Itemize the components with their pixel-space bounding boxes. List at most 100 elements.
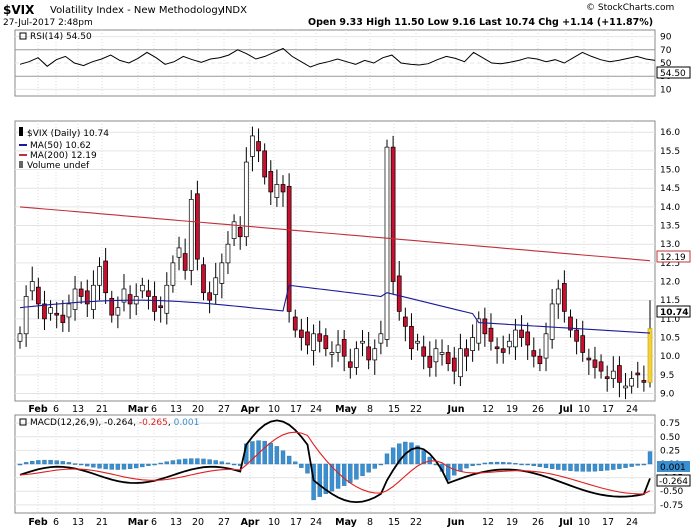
macd-hist-bar xyxy=(146,463,151,466)
macd-hist-bar xyxy=(458,463,463,472)
macd-hist-bar xyxy=(482,462,488,465)
ma200-tag: 12.19 xyxy=(656,250,691,263)
candle-body xyxy=(617,365,622,383)
x-tick-top: 8 xyxy=(367,404,373,415)
x-tick-bottom: 12 xyxy=(482,517,494,528)
price-tick: 9.0 xyxy=(660,390,675,400)
candle-body xyxy=(182,253,188,271)
macd-tick: 0.50 xyxy=(660,433,680,443)
price-tick: 14.0 xyxy=(660,203,680,213)
candle-body xyxy=(48,307,53,314)
candle-body xyxy=(188,199,194,271)
macd-hist-bar xyxy=(140,463,145,468)
x-tick-top: 19 xyxy=(506,404,518,415)
macd-hist-bar xyxy=(97,463,102,469)
macd-hist-bar xyxy=(286,455,292,465)
macd-hist-bar xyxy=(66,462,72,465)
macd-hist-bar xyxy=(91,463,96,468)
x-tick-bottom: 24 xyxy=(310,517,322,528)
macd-hist-bar xyxy=(531,463,536,467)
price-tick: 10.0 xyxy=(660,352,680,362)
x-tick-top: 24 xyxy=(310,404,322,415)
macd-hist-bar xyxy=(201,458,206,465)
candle-body xyxy=(574,329,579,342)
macd-hist-bar xyxy=(543,463,549,468)
signal-line xyxy=(19,431,651,495)
macd-hist-bar xyxy=(293,461,298,465)
macd-hist-bar xyxy=(390,447,396,465)
ohlc-readout: Open 9.33 High 11.50 Low 9.16 Last 10.74… xyxy=(308,17,653,28)
candle-body xyxy=(347,361,353,368)
x-tick-top: Mar xyxy=(128,404,149,415)
candle-body xyxy=(91,284,96,310)
macd-hist-bar xyxy=(409,442,414,465)
candle-body xyxy=(451,357,457,372)
candle-body xyxy=(458,348,463,378)
price-tick: 12.0 xyxy=(660,278,680,288)
macd-hist-bar xyxy=(78,463,84,466)
price-tick: 11.5 xyxy=(660,296,680,306)
candle-body xyxy=(317,333,323,342)
candle-body xyxy=(305,331,310,346)
candle-body xyxy=(488,327,494,342)
macd-hist-bar xyxy=(189,458,194,465)
candle-body xyxy=(201,264,206,294)
macd-hist-bar xyxy=(42,459,47,465)
macd-tick: 0.75 xyxy=(660,419,680,429)
macd-hist-bar xyxy=(568,463,573,471)
macd-hist-bar xyxy=(604,463,610,471)
candle-body xyxy=(170,262,176,286)
candle-body xyxy=(513,329,518,348)
rsi-tick: 10 xyxy=(660,85,672,95)
macd-hist-bar xyxy=(121,463,127,470)
macd-hist-bar xyxy=(109,463,114,470)
macd-hist-bar xyxy=(36,460,41,465)
candle-body xyxy=(506,340,512,348)
price-tag-text: 10.74 xyxy=(660,308,688,318)
ma50-line xyxy=(19,284,651,334)
macd-label-hist: 0.001 xyxy=(174,418,200,428)
price-tick: 14.5 xyxy=(660,184,680,194)
y-axes: 907050301016.015.515.014.514.013.513.012… xyxy=(660,33,684,511)
price-legend-main: $VIX (Daily) 10.74 xyxy=(27,129,109,139)
volume-legend-icon xyxy=(19,161,23,168)
candle-body xyxy=(629,378,635,387)
x-tick-bottom: Jul xyxy=(558,517,573,528)
macd-hist-bar xyxy=(384,453,390,465)
x-tick-top: 6 xyxy=(53,404,59,415)
price-tick: 15.5 xyxy=(660,147,680,157)
x-tick-bottom: 8 xyxy=(367,517,373,528)
candle-body xyxy=(268,171,274,193)
macd-hist-bar xyxy=(513,462,518,465)
candle-body xyxy=(378,333,384,344)
candle-body xyxy=(35,286,41,305)
x-tick-bottom: 22 xyxy=(410,517,422,528)
macd-hist-bar xyxy=(72,463,78,465)
rsi-line xyxy=(19,47,656,68)
macd-hist-bar xyxy=(623,463,628,468)
candle-body xyxy=(598,361,604,372)
x-tick-top: 27 xyxy=(218,404,230,415)
macd-hist-bar xyxy=(299,463,304,468)
price-tick: 13.5 xyxy=(660,222,680,232)
x-tick-top: Jul xyxy=(558,404,573,415)
rsi-last-tag: 54.50 xyxy=(656,66,691,79)
candle-body xyxy=(396,275,402,312)
macd-hist-bar xyxy=(48,459,53,465)
ma200-legend: MA(200) 12.19 xyxy=(30,151,97,161)
candle-body xyxy=(60,314,66,323)
candle-body xyxy=(66,303,72,318)
price-tick: 16.0 xyxy=(660,128,680,138)
ma50-legend: MA(50) 10.62 xyxy=(30,141,91,151)
macd-hist-bar xyxy=(598,463,604,472)
macd-hist-bar xyxy=(152,463,157,466)
macd-tick: -0.75 xyxy=(660,501,683,511)
macd-hist-bar xyxy=(335,463,341,489)
macd-hist-bar xyxy=(213,460,218,465)
candle-body xyxy=(500,348,506,353)
macd-hist-bar xyxy=(641,463,647,466)
macd-hist-bar xyxy=(611,463,616,470)
macd-hist-bar xyxy=(348,463,353,483)
candle-body xyxy=(139,284,145,292)
macd-line xyxy=(19,419,651,504)
